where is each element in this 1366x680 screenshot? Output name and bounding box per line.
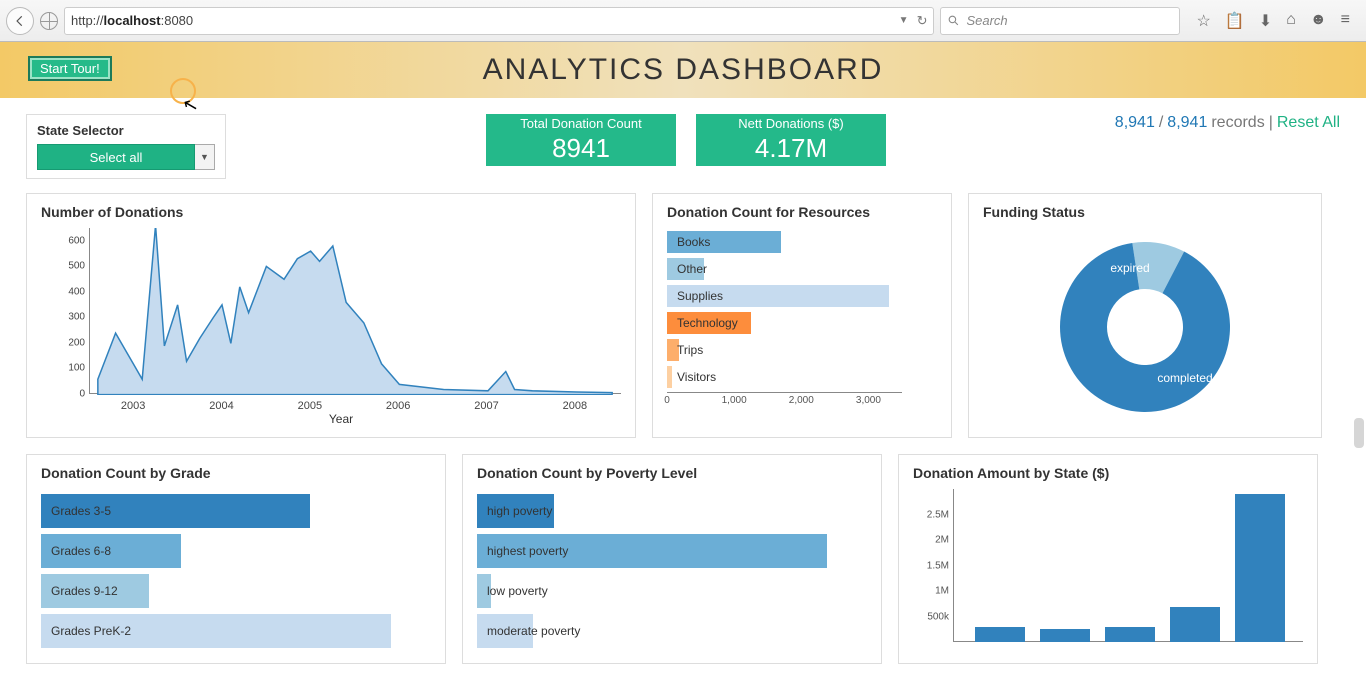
bar-label: Grades 6-8	[51, 544, 111, 558]
bar-grades-prek-2[interactable]: Grades PreK-2	[41, 614, 391, 648]
downloads-icon[interactable]: ⬇	[1259, 11, 1272, 31]
scroll-indicator	[1354, 418, 1364, 448]
donut-chart[interactable]: expired completed	[983, 228, 1307, 422]
kpi-nett-value: 4.17M	[755, 133, 827, 164]
bar-label: Grades 9-12	[51, 584, 118, 598]
globe-icon	[40, 12, 58, 30]
panel-title: Funding Status	[983, 204, 1307, 220]
bar-label: Supplies	[677, 289, 723, 303]
bar-high-poverty[interactable]: high poverty	[477, 494, 554, 528]
panel-title: Donation Count by Grade	[41, 465, 431, 481]
panel-title: Donation Count for Resources	[667, 204, 937, 220]
hbar-chart[interactable]: high poverty highest poverty low poverty mo…	[477, 491, 867, 651]
panel-donation-state: Donation Amount by State ($) 500k1M1.5M2…	[898, 454, 1318, 664]
bar-label: Books	[677, 235, 710, 249]
panel-donation-resources: Donation Count for Resources Books Other S…	[652, 193, 952, 438]
page-header: Start Tour! ANALYTICS DASHBOARD	[0, 42, 1366, 98]
clipboard-icon[interactable]: 📋	[1225, 11, 1245, 31]
bar-grades-6-8[interactable]: Grades 6-8	[41, 534, 181, 568]
bar-moderate-poverty[interactable]: moderate poverty	[477, 614, 533, 648]
home-icon[interactable]: ⌂	[1286, 11, 1296, 31]
bar-label: low poverty	[487, 584, 548, 598]
bar-supplies[interactable]: Supplies	[667, 285, 889, 307]
bar-label: Trips	[677, 343, 703, 357]
kpi-total-count: Total Donation Count 8941	[486, 114, 676, 166]
state-bar-2[interactable]	[1105, 627, 1155, 642]
panel-number-of-donations: Number of Donations 0100200300400500600 …	[26, 193, 636, 438]
reset-all-link[interactable]: Reset All	[1277, 114, 1340, 132]
state-bar-0[interactable]	[975, 627, 1025, 642]
records-word: records	[1211, 114, 1264, 132]
donut-label-expired: expired	[1110, 261, 1149, 275]
panel-donation-poverty: Donation Count by Poverty Level high pov…	[462, 454, 882, 664]
browser-toolbar: ☆ 📋 ⬇ ⌂ ☻ ≡	[1186, 11, 1360, 31]
url-dropdown-icon[interactable]: ▼	[899, 15, 909, 26]
bar-grades-3-5[interactable]: Grades 3-5	[41, 494, 310, 528]
panel-title: Donation Amount by State ($)	[913, 465, 1303, 481]
bar-grades-9-12[interactable]: Grades 9-12	[41, 574, 149, 608]
donut-label-completed: completed	[1157, 371, 1212, 385]
state-selector-dropdown[interactable]: ▼	[195, 144, 215, 170]
bar-trips[interactable]: Trips	[667, 339, 679, 361]
bar-books[interactable]: Books	[667, 231, 781, 253]
select-all-button[interactable]: Select all	[37, 144, 195, 170]
panel-title: Number of Donations	[41, 204, 621, 220]
top-controls-row: State Selector Select all ▼ Total Donati…	[26, 114, 1340, 179]
search-icon	[947, 14, 960, 27]
x-axis: 01,0002,0003,000	[667, 392, 902, 410]
menu-icon[interactable]: ≡	[1341, 11, 1350, 31]
bar-label: Technology	[677, 316, 738, 330]
bookmark-icon[interactable]: ☆	[1196, 11, 1210, 31]
bar-label: moderate poverty	[487, 624, 580, 638]
panel-title: Donation Count by Poverty Level	[477, 465, 867, 481]
hbar-chart[interactable]: Books Other Supplies Technology Trips Visitor…	[667, 228, 937, 390]
records-filtered: 8,941	[1115, 114, 1155, 132]
bar-technology[interactable]: Technology	[667, 312, 751, 334]
bar-label: Grades PreK-2	[51, 624, 131, 638]
url-bar[interactable]: http://localhost:8080 ▼ ↻	[64, 7, 934, 35]
state-selector-card: State Selector Select all ▼	[26, 114, 226, 179]
state-selector-label: State Selector	[37, 123, 215, 138]
panel-funding-status: Funding Status expired completed	[968, 193, 1322, 438]
kpi-total-count-label: Total Donation Count	[520, 116, 641, 131]
x-axis-label: Year	[329, 412, 353, 426]
bar-other[interactable]: Other	[667, 258, 704, 280]
search-placeholder: Search	[966, 13, 1007, 28]
bar-label: high poverty	[487, 504, 552, 518]
state-bar-4[interactable]	[1235, 494, 1285, 642]
start-tour-button[interactable]: Start Tour!	[28, 56, 112, 81]
browser-chrome: http://localhost:8080 ▼ ↻ Search ☆ 📋 ⬇ ⌂…	[0, 0, 1366, 42]
bar-label: Visitors	[677, 370, 716, 384]
chat-icon[interactable]: ☻	[1310, 11, 1327, 31]
refresh-icon[interactable]: ↻	[917, 13, 928, 29]
vbar-chart[interactable]: 500k1M1.5M2M2.5M	[913, 489, 1303, 654]
bar-label: Grades 3-5	[51, 504, 111, 518]
records-summary: 8,941 / 8,941 records | Reset All	[1115, 114, 1340, 132]
hbar-chart[interactable]: Grades 3-5 Grades 6-8 Grades 9-12 Grades Pr…	[41, 491, 431, 651]
kpi-nett-donations: Nett Donations ($) 4.17M	[696, 114, 886, 166]
state-bar-3[interactable]	[1170, 607, 1220, 642]
arrow-left-icon	[13, 14, 27, 28]
area-chart[interactable]: 0100200300400500600 20032004200520062007…	[61, 228, 621, 418]
records-total: 8,941	[1167, 114, 1207, 132]
bar-highest-poverty[interactable]: highest poverty	[477, 534, 827, 568]
kpi-nett-label: Nett Donations ($)	[738, 116, 844, 131]
kpi-total-count-value: 8941	[552, 133, 610, 164]
bar-visitors[interactable]: Visitors	[667, 366, 672, 388]
bar-low-poverty[interactable]: low poverty	[477, 574, 491, 608]
bar-label: highest poverty	[487, 544, 568, 558]
panel-donation-grade: Donation Count by Grade Grades 3-5Grades…	[26, 454, 446, 664]
state-bar-1[interactable]	[1040, 629, 1090, 642]
browser-search[interactable]: Search	[940, 7, 1180, 35]
bar-label: Other	[677, 262, 707, 276]
page-title: ANALYTICS DASHBOARD	[483, 53, 884, 87]
y-axis: 0100200300400500600	[55, 228, 85, 394]
url-text: http://localhost:8080	[71, 13, 193, 28]
nav-back-button[interactable]	[6, 7, 34, 35]
area-path	[89, 228, 621, 395]
